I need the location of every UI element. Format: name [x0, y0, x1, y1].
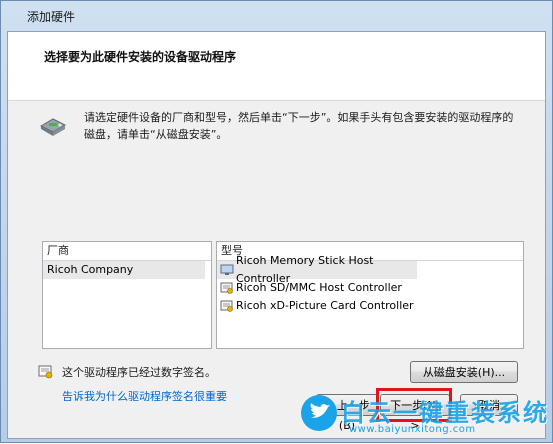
- certified-driver-icon: [220, 300, 233, 312]
- back-button[interactable]: < 上一步(B): [316, 394, 378, 432]
- title-bar[interactable]: 添加硬件: [1, 1, 553, 31]
- wizard-page: 选择要为此硬件安装的设备驱动程序 请选定硬件设备的厂商和型号，然后单击“下一步”…: [7, 31, 546, 439]
- wizard-body: 请选定硬件设备的厂商和型号，然后单击“下一步”。如果手头有包含要安装的驱动程序的…: [8, 101, 545, 403]
- signature-text: 这个驱动程序已经过数字签名。: [62, 366, 216, 379]
- cancel-button[interactable]: 取消: [460, 394, 518, 416]
- next-button-highlight: [376, 388, 452, 422]
- wizard-header: 选择要为此硬件安装的设备驱动程序: [8, 32, 545, 101]
- page-heading: 选择要为此硬件安装的设备驱动程序: [44, 50, 237, 64]
- model-item[interactable]: Ricoh xD-Picture Card Controller: [217, 297, 523, 315]
- signed-driver-icon: [38, 365, 53, 379]
- certified-driver-icon: [220, 282, 233, 294]
- have-disk-button[interactable]: 从磁盘安装(H)...: [410, 361, 518, 383]
- instruction-text: 请选定硬件设备的厂商和型号，然后单击“下一步”。如果手头有包含要安装的驱动程序的…: [84, 111, 514, 141]
- model-item[interactable]: Ricoh Memory Stick Host Controller: [217, 254, 417, 285]
- wizard-footer: < 上一步(B) 下一步(N) > 取消: [8, 388, 545, 438]
- manufacturer-item[interactable]: Ricoh Company: [43, 261, 205, 279]
- signature-status: 这个驱动程序已经过数字签名。: [38, 364, 216, 380]
- model-item-label: Ricoh xD-Picture Card Controller: [236, 299, 414, 312]
- manufacturer-column-header[interactable]: 厂商: [43, 242, 211, 261]
- model-item-label: Ricoh SD/MMC Host Controller: [236, 281, 402, 294]
- monitor-icon: [220, 264, 234, 275]
- hardware-device-icon: [39, 118, 67, 136]
- model-item[interactable]: Ricoh SD/MMC Host Controller: [217, 279, 523, 297]
- add-hardware-window: 添加硬件 选择要为此硬件安装的设备驱动程序 请选定硬件设备的厂商和型号，然后单击…: [0, 0, 553, 443]
- model-list[interactable]: 型号 Ricoh Memory Stick Host Controller Ri…: [216, 241, 524, 349]
- window-title: 添加硬件: [27, 9, 76, 24]
- manufacturer-list[interactable]: 厂商 Ricoh Company: [42, 241, 212, 349]
